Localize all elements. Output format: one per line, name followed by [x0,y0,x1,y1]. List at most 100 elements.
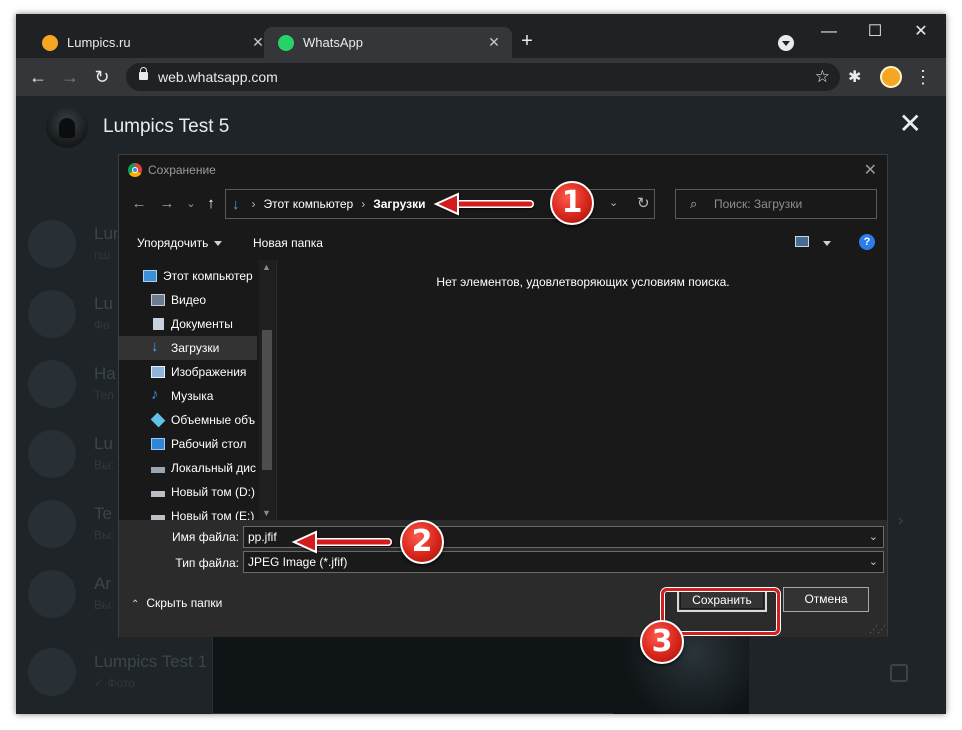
lumpics-favicon-icon [42,34,58,51]
tab-title: Lumpics.ru [67,35,131,50]
filetype-select[interactable]: JPEG Image (*.jfif) ⌄ [243,551,884,573]
chevron-down-icon[interactable]: ⌄ [869,527,878,547]
lock-icon[interactable] [139,67,148,80]
save-dialog: Сохранение ✕ ← → ⌄ ↑ ↓ › Этот компьютер … [118,154,888,637]
chat-name: Ar [94,574,111,593]
nav-item-local-disk[interactable]: Локальный дис [119,456,257,480]
step-badge-1: 1 [550,181,594,225]
scrollbar-thumb[interactable] [262,330,272,470]
maximize-button[interactable]: ☐ [852,22,898,42]
view-options-icon[interactable] [795,236,809,247]
address-dropdown-icon[interactable]: ⌄ [609,196,618,209]
chevron-down-icon [214,241,223,247]
nav-item-videos[interactable]: Видео [119,288,257,312]
cancel-button[interactable]: Отмена [783,587,869,612]
chevron-up-icon: ⌃ [131,599,140,610]
filename-input[interactable]: pp.jfif ⌄ [243,526,884,548]
breadcrumb-this-pc[interactable]: Этот компьютер [264,197,354,211]
chat-name: На [94,364,116,383]
chrome-icon [128,163,142,177]
viewer-close-icon[interactable]: ✕ [899,110,922,138]
dialog-forward-icon[interactable]: → [159,196,175,212]
resize-grip-icon[interactable]: ⋰⋰ [869,624,886,635]
dialog-search-input[interactable]: ⌕ Поиск: Загрузки [675,189,877,219]
window-close-button[interactable]: ✕ [898,22,944,42]
scroll-up-icon[interactable]: ▲ [262,262,271,272]
reload-button[interactable]: ↻ [90,65,114,89]
nav-item-drive-d[interactable]: Новый том (D:) [119,480,257,504]
empty-folder-message: Нет элементов, удовлетворяющих условиям … [436,275,730,289]
chat-preview: Вы: [94,458,114,472]
profile-avatar[interactable] [880,66,902,88]
nav-item-desktop[interactable]: Рабочий стол [119,432,257,456]
nav-item-label: Этот компьютер [163,269,253,283]
nav-item-this-pc[interactable]: Этот компьютер [119,264,257,288]
whatsapp-favicon-icon [278,34,294,51]
dialog-titlebar: Сохранение ✕ [119,155,887,185]
nav-item-label: Объемные объ [171,413,256,427]
scroll-down-icon[interactable]: ▼ [262,508,271,518]
filename-label: Имя файла: [172,530,239,544]
new-folder-button[interactable]: Новая папка [253,236,323,250]
tab-search-icon[interactable] [778,35,794,51]
computer-icon [143,270,157,282]
help-icon[interactable]: ? [859,234,875,250]
back-button[interactable]: ← [26,65,50,89]
nav-item-music[interactable]: ♪ Музыка [119,384,257,408]
nav-item-label: Локальный дис [171,461,256,475]
select-checkbox[interactable] [890,664,908,682]
nav-item-downloads[interactable]: ↓ Загрузки [119,336,257,360]
tab-title: WhatsApp [303,35,363,50]
chat-name: Lu [94,294,113,313]
recent-locations-icon[interactable]: ⌄ [183,196,199,212]
pictures-folder-icon [151,366,165,378]
dialog-close-icon[interactable]: ✕ [864,160,877,180]
nav-item-label: Рабочий стол [171,437,247,451]
nav-item-drive-e[interactable]: Новый том (E:) [119,504,257,520]
dialog-back-icon[interactable]: ← [131,196,147,212]
contact-avatar[interactable] [46,106,88,148]
search-icon: ⌕ [690,196,698,211]
minimize-button[interactable]: — [806,22,852,42]
avatar [28,430,76,478]
chat-preview: Фо [94,318,110,332]
drive-icon [151,491,165,497]
nav-item-3d-objects[interactable]: Объемные объ [119,408,257,432]
breadcrumb-separator: › [251,197,256,211]
local-disk-icon [151,467,165,473]
organize-button[interactable]: Упорядочить [137,236,223,250]
3d-objects-icon [150,412,166,428]
filetype-value: JPEG Image (*.jfif) [248,555,348,569]
nav-item-pictures[interactable]: Изображения [119,360,257,384]
tab-close-icon[interactable]: ✕ [486,34,502,51]
nav-item-label: Документы [171,317,233,331]
avatar [28,360,76,408]
new-tab-button[interactable]: + [516,30,538,52]
nav-item-label: Изображения [171,365,247,379]
forward-button[interactable]: → [58,65,82,89]
nav-pane-scrollbar[interactable]: ▲ ▼ [259,260,275,520]
breadcrumb-downloads[interactable]: Загрузки [373,197,425,211]
refresh-icon[interactable]: ↻ [637,194,650,212]
contact-name: Lumpics Test 5 [103,116,230,137]
chevron-down-icon[interactable]: ⌄ [869,552,878,572]
tab-lumpics[interactable]: Lumpics.ru ✕ [28,27,276,58]
documents-folder-icon [153,318,164,330]
extensions-puzzle-icon[interactable]: ✱ [848,67,861,87]
hide-folders-button[interactable]: ⌃ Скрыть папки [131,596,222,610]
browser-window: Lumpics.ru ✕ WhatsApp ✕ + — ☐ ✕ ← → ↻ we… [16,14,946,714]
bookmark-star-icon[interactable]: ☆ [815,63,830,91]
up-folder-icon[interactable]: ↑ [203,196,219,212]
tab-strip: Lumpics.ru ✕ WhatsApp ✕ + — ☐ ✕ [16,14,946,58]
nav-item-documents[interactable]: Документы [119,312,257,336]
avatar [28,290,76,338]
chat-name: Lu [94,434,113,453]
browser-menu-icon[interactable]: ⋮ [914,66,932,88]
organize-label: Упорядочить [137,236,209,250]
chat-preview: пш [94,248,111,262]
view-dropdown-icon[interactable] [823,241,831,246]
tab-whatsapp[interactable]: WhatsApp ✕ [264,27,512,58]
address-bar[interactable]: web.whatsapp.com ☆ [126,63,840,91]
chat-name: Lumpics Test 1 [94,652,208,671]
media-viewer-header: Lumpics Test 5 ✕ [16,96,946,158]
